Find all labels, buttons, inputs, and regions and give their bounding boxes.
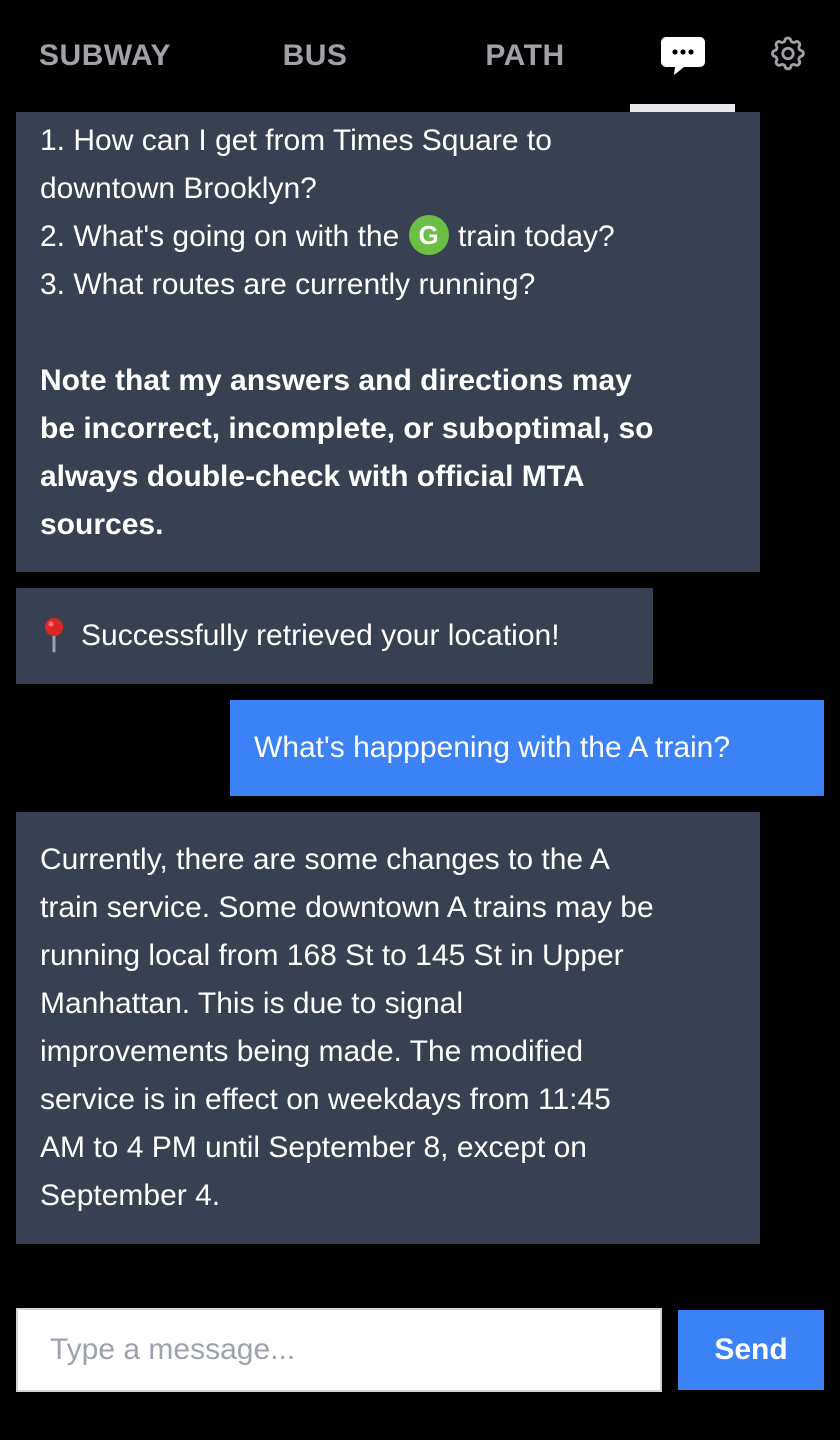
disclaimer-line: sources. [40, 508, 164, 541]
assistant-message: 1. How can I get from Times Square to do… [16, 112, 760, 572]
reply-line: running local from 168 St to 145 St in U… [40, 939, 624, 972]
example-question-text: 2. What's going on with the [40, 220, 400, 253]
user-message: What's happpening with the A train? [230, 700, 824, 796]
disclaimer-line: always double-check with official MTA [40, 460, 585, 493]
reply-line: AM to 4 PM until September 8, except on [40, 1131, 587, 1164]
reply-line: service is in effect on weekdays from 11… [40, 1083, 611, 1116]
assistant-message: Currently, there are some changes to the… [16, 812, 760, 1244]
tab-path[interactable]: PATH [420, 0, 630, 112]
send-button[interactable]: Send [678, 1310, 824, 1390]
tab-subway-label: SUBWAY [39, 39, 171, 72]
tab-settings[interactable] [735, 0, 840, 112]
pushpin-icon [45, 618, 63, 653]
reply-line: Manhattan. This is due to signal [40, 987, 464, 1020]
g-train-bullet-icon: G [408, 215, 449, 256]
reply-line: September 4. [40, 1179, 221, 1212]
tab-bus-label: BUS [282, 39, 348, 72]
reply-line: train service. Some downtown A trains ma… [40, 891, 654, 924]
example-question: 2. What's going on with the G train toda… [40, 213, 736, 261]
location-status-text: Successfully retrieved your location! [81, 619, 560, 652]
example-question-text: train today? [457, 220, 615, 253]
message-input[interactable] [16, 1308, 662, 1392]
location-status-message: Successfully retrieved your location! [16, 588, 653, 684]
disclaimer-line: be incorrect, incomplete, or suboptimal,… [40, 412, 654, 445]
disclaimer-note: Note that my answers and directions may … [40, 357, 736, 549]
disclaimer-line: Note that my answers and directions may [40, 364, 632, 397]
user-message-text: What's happpening with the A train? [254, 731, 731, 764]
example-question: 3. What routes are currently running? [40, 268, 536, 301]
chat-bubble-icon [660, 37, 705, 75]
tab-chat[interactable] [630, 0, 735, 112]
reply-line: Currently, there are some changes to the… [40, 843, 610, 876]
tab-bus[interactable]: BUS [210, 0, 420, 112]
gear-icon [770, 36, 805, 71]
top-nav: SUBWAY BUS PATH [0, 0, 840, 112]
tab-path-label: PATH [485, 39, 565, 72]
reply-line: improvements being made. The modified [40, 1035, 584, 1068]
active-tab-indicator [630, 104, 735, 112]
tab-subway[interactable]: SUBWAY [0, 0, 210, 112]
example-question: 1. How can I get from Times Square to [40, 124, 552, 157]
example-question: downtown Brooklyn? [40, 172, 317, 205]
